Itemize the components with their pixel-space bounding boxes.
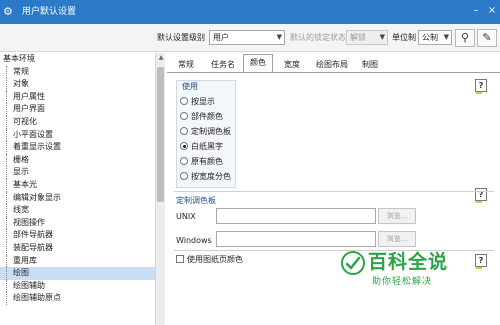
tree-item[interactable]: 部件导航器 — [0, 229, 155, 242]
tab-drafting[interactable]: 制图 — [355, 56, 385, 73]
help-icon[interactable]: ? — [475, 188, 487, 203]
default-level-value: 用户 — [213, 33, 229, 42]
wand-icon: ✎ — [482, 31, 492, 44]
tree-item[interactable]: 基本光 — [0, 179, 155, 192]
minimize-icon[interactable]: – — [470, 3, 482, 19]
binoculars-icon: ⚲ — [460, 31, 470, 44]
radio-by-display[interactable]: 按显示 — [180, 96, 215, 108]
tree-item[interactable]: 显示 — [0, 166, 155, 179]
radio-black-on-white[interactable]: 白纸黑字 — [180, 141, 223, 153]
tree-item[interactable]: 用户属性 — [0, 90, 155, 104]
radio-color-by-width[interactable]: 按宽度分色 — [180, 171, 231, 183]
checkbox-icon — [176, 255, 184, 263]
use-sheet-color-checkbox[interactable]: 使用图纸页颜色 — [176, 254, 243, 266]
tab-general[interactable]: 常规 — [171, 56, 201, 73]
category-tree: 基本环境 常规 对象 用户属性 用户界面 可视化 小平面设置 着重显示设置 栅格… — [0, 53, 155, 325]
tree-item-drafting[interactable]: 绘图 — [0, 267, 155, 280]
tree-item[interactable]: 用户界面 — [0, 103, 155, 116]
tree-item[interactable]: 视图操作 — [0, 216, 155, 230]
radio-icon — [180, 97, 188, 105]
tab-color[interactable]: 颜色 — [243, 54, 273, 73]
watermark: 百科全说 助你轻松解决 — [340, 248, 500, 298]
radio-icon — [180, 172, 188, 180]
tab-drawing-layout[interactable]: 绘图布局 — [311, 56, 353, 73]
tree-item-basic-environment[interactable]: 基本环境 — [0, 53, 155, 66]
tree-item[interactable]: 对象 — [0, 78, 155, 91]
chevron-down-icon: ▼ — [379, 33, 385, 41]
chevron-down-icon: ▼ — [443, 33, 449, 41]
watermark-logo-icon — [341, 251, 365, 275]
radio-original-color[interactable]: 原有颜色 — [180, 156, 223, 168]
tree-item[interactable]: 栅格 — [0, 153, 155, 167]
tree-item[interactable]: 装配导航器 — [0, 242, 155, 255]
radio-part-color[interactable]: 部件颜色 — [180, 111, 223, 123]
close-icon[interactable]: × — [486, 3, 498, 19]
window-title: 用户默认设置 — [22, 7, 77, 17]
tree-item[interactable]: 着重显示设置 — [0, 141, 155, 154]
title-bar: ⚙ 用户默认设置 – × — [0, 0, 500, 24]
tree-item[interactable]: 可视化 — [0, 116, 155, 129]
use-group-title: 使用 — [182, 82, 198, 91]
unit-value: 公制 — [422, 33, 438, 42]
radio-icon — [180, 127, 188, 135]
unit-label: 单位制 — [392, 33, 416, 42]
tab-width[interactable]: 宽度 — [277, 56, 307, 73]
tree-item[interactable]: 重用库 — [0, 254, 155, 268]
divider — [174, 191, 494, 192]
tree-item[interactable]: 编辑对象显示 — [0, 191, 155, 205]
radio-icon — [180, 157, 188, 165]
scroll-up-icon[interactable]: ▲ — [156, 54, 166, 61]
lock-state-select[interactable]: 解锁 ▼ — [346, 30, 388, 45]
watermark-title: 百科全说 — [368, 251, 449, 273]
find-default-button[interactable]: ⚲ — [455, 29, 475, 47]
windows-path-input[interactable] — [216, 231, 376, 247]
unix-browse-button[interactable]: 浏览... — [378, 208, 416, 224]
help-icon[interactable]: ? — [475, 79, 487, 94]
toolbar: 默认设置级别 用户 ▼ 默认的锁定状态 解锁 ▼ 单位制 公制 ▼ ⚲ ✎ — [0, 24, 500, 52]
watermark-subtitle: 助你轻松解决 — [372, 277, 433, 287]
windows-browse-button[interactable]: 浏览... — [378, 231, 416, 247]
default-level-label: 默认设置级别 — [157, 33, 205, 42]
settings-gear-icon: ⚙ — [3, 5, 13, 18]
tree-item[interactable]: 小平面设置 — [0, 128, 155, 142]
unit-select[interactable]: 公制 ▼ — [418, 30, 452, 45]
custom-palette-title: 定制调色板 — [176, 196, 216, 205]
radio-selected-icon — [180, 142, 188, 150]
tree-item[interactable]: 线宽 — [0, 204, 155, 217]
radio-icon — [180, 112, 188, 120]
tab-strip: 常规 任务名 颜色 宽度 绘图布局 制图 — [167, 54, 500, 73]
lock-state-value: 解锁 — [350, 33, 366, 42]
radio-custom-palette[interactable]: 定制调色板 — [180, 126, 231, 138]
chevron-down-icon: ▼ — [276, 33, 282, 41]
manage-defaults-button[interactable]: ✎ — [477, 29, 497, 47]
default-level-select[interactable]: 用户 ▼ — [209, 30, 285, 45]
scrollbar-thumb[interactable] — [157, 67, 164, 202]
tree-item[interactable]: 常规 — [0, 65, 155, 79]
windows-label: Windows — [176, 236, 212, 245]
unix-label: UNIX — [176, 212, 196, 221]
lock-state-label: 默认的锁定状态 — [290, 33, 346, 42]
tree-scrollbar[interactable]: ▲ — [155, 53, 165, 325]
tree-item[interactable]: 绘图辅助 — [0, 279, 155, 293]
tree-item[interactable]: 绘图辅助原点 — [0, 292, 155, 305]
unix-path-input[interactable] — [216, 208, 376, 224]
tab-task-name[interactable]: 任务名 — [205, 56, 241, 73]
